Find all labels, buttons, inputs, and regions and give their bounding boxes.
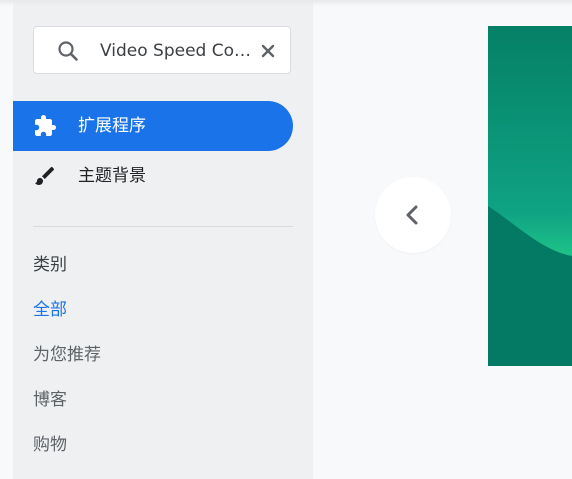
search-box[interactable]: Video Speed Controller: [33, 26, 291, 74]
brush-icon: [35, 166, 55, 185]
category-shopping[interactable]: 购物: [33, 433, 67, 457]
sidebar-divider: [33, 226, 293, 227]
nav-item-themes[interactable]: 主题背景: [13, 151, 293, 201]
featured-banner[interactable]: [488, 26, 572, 366]
search-input[interactable]: Video Speed Controller: [100, 39, 255, 63]
nav-label-extensions: 扩展程序: [78, 116, 146, 136]
category-recommended[interactable]: 为您推荐: [33, 343, 101, 367]
sidebar: Video Speed Controller 扩展程序 主题背景 类别 全部 为…: [13, 0, 313, 479]
puzzle-icon: [35, 115, 56, 136]
nav-label-themes: 主题背景: [78, 166, 146, 186]
nav-item-extensions[interactable]: 扩展程序: [13, 101, 293, 151]
banner-wave-graphic: [488, 206, 572, 366]
categories-heading: 类别: [33, 255, 67, 275]
toolbar-shadow: [0, 0, 572, 6]
category-all[interactable]: 全部: [33, 298, 67, 322]
chevron-left-icon: [406, 205, 418, 225]
category-blogging[interactable]: 博客: [33, 388, 67, 412]
carousel-prev-button[interactable]: [375, 177, 451, 253]
clear-search-icon[interactable]: [258, 41, 278, 61]
search-icon[interactable]: [56, 39, 80, 63]
